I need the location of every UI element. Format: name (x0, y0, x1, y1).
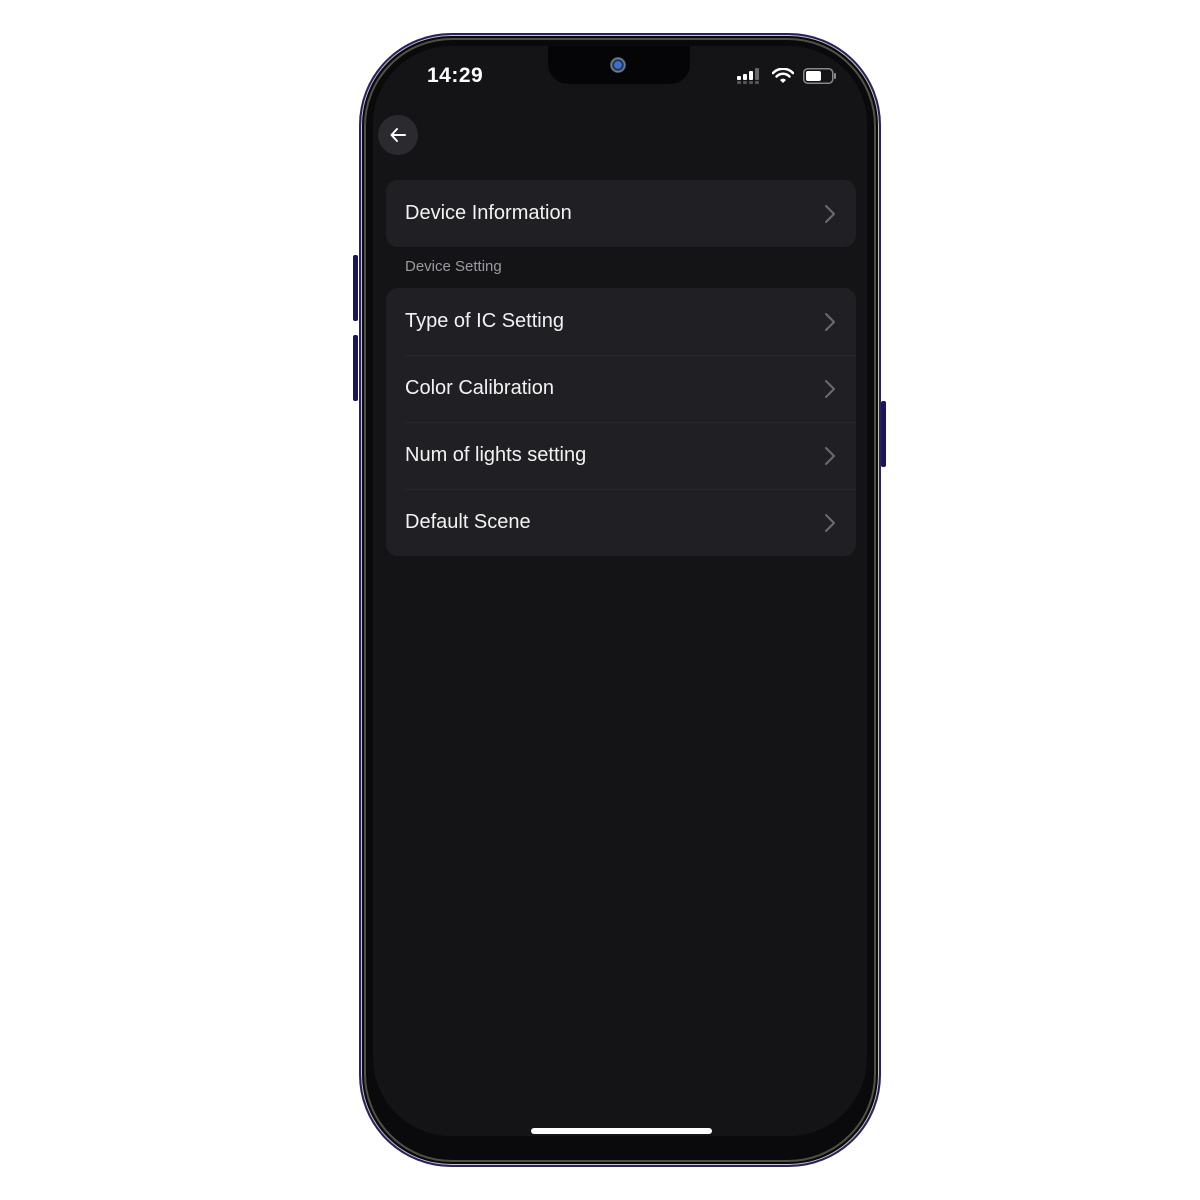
back-button[interactable] (378, 115, 418, 155)
chevron-right-icon (825, 204, 835, 223)
battery-icon (803, 68, 836, 84)
notch (548, 46, 690, 84)
home-indicator[interactable] (531, 1128, 712, 1134)
cellular-signal-icon (737, 68, 759, 84)
status-time: 14:29 (427, 64, 484, 87)
menu-item-label: Device Information (405, 202, 572, 224)
camera-icon (610, 57, 626, 73)
menu-item-label: Num of lights setting (405, 444, 587, 466)
chevron-right-icon (825, 312, 835, 331)
chevron-right-icon (825, 513, 835, 532)
chevron-right-icon (825, 379, 835, 398)
section-title-device-setting: Device Setting (405, 258, 502, 275)
wifi-icon (772, 68, 794, 83)
menu-item-device-information[interactable]: Device Information (386, 180, 856, 247)
chevron-right-icon (825, 446, 835, 465)
status-icons (737, 68, 837, 84)
menu-item-type-of-ic-setting[interactable]: Type of IC Setting (386, 288, 856, 355)
menu-item-color-calibration[interactable]: Color Calibration (386, 355, 856, 422)
app-screen: 14:29 Device Information Device Setting … (373, 46, 867, 1136)
menu-item-label: Type of IC Setting (405, 310, 564, 332)
volume-down-button (353, 335, 358, 401)
menu-item-label: Color Calibration (405, 377, 554, 399)
menu-item-label: Default Scene (405, 511, 531, 533)
menu-item-num-of-lights-setting[interactable]: Num of lights setting (386, 422, 856, 489)
arrow-left-icon (390, 128, 406, 142)
power-button (881, 401, 886, 467)
device-setting-card: Type of IC Setting Color Calibration Num… (386, 288, 856, 556)
menu-item-default-scene[interactable]: Default Scene (386, 489, 856, 556)
volume-up-button (353, 255, 358, 321)
device-info-card: Device Information (386, 180, 856, 247)
